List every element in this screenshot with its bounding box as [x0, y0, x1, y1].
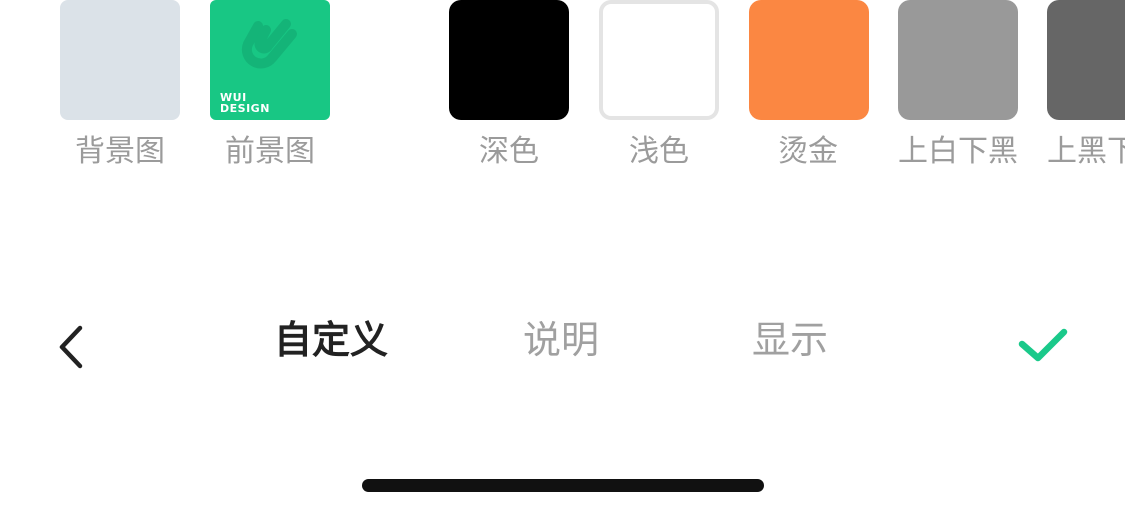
swatch-label-white-top-black-bottom: 上白下黑: [898, 134, 1018, 169]
swatch-white-top-black-bottom[interactable]: [898, 0, 1018, 120]
swatch-black-top-white-bottom[interactable]: [1047, 0, 1125, 120]
swatch-label-foreground: 前景图: [225, 134, 315, 169]
tab-custom[interactable]: 自定义: [274, 314, 388, 366]
swatch-light[interactable]: [599, 0, 719, 120]
swatch-foreground[interactable]: WUI DESIGN: [210, 0, 330, 120]
chevron-left-icon: [59, 325, 83, 369]
style-picker-panel: WUI DESIGN 背景图 前景图 深色 浅色 烫金 上白下黑 上黑下 自定义…: [0, 0, 1125, 513]
wui-logo-wordmark: WUI DESIGN: [220, 91, 270, 115]
swatch-label-black-top-white-bottom: 上黑下: [1047, 134, 1125, 169]
tab-description[interactable]: 说明: [523, 314, 599, 366]
confirm-button[interactable]: [1014, 320, 1072, 370]
swatch-label-background: 背景图: [75, 134, 165, 169]
swatch-label-dark: 深色: [479, 134, 539, 169]
swatch-label-gold: 烫金: [778, 134, 838, 169]
swatch-dark[interactable]: [449, 0, 569, 120]
home-indicator: [362, 479, 764, 492]
swatch-gold[interactable]: [749, 0, 869, 120]
check-icon: [1018, 328, 1068, 362]
swatch-background[interactable]: [60, 0, 180, 120]
swatch-label-light: 浅色: [629, 134, 689, 169]
tab-display[interactable]: 显示: [752, 314, 828, 366]
wui-logo-icon: [241, 19, 297, 69]
back-button[interactable]: [50, 318, 94, 374]
